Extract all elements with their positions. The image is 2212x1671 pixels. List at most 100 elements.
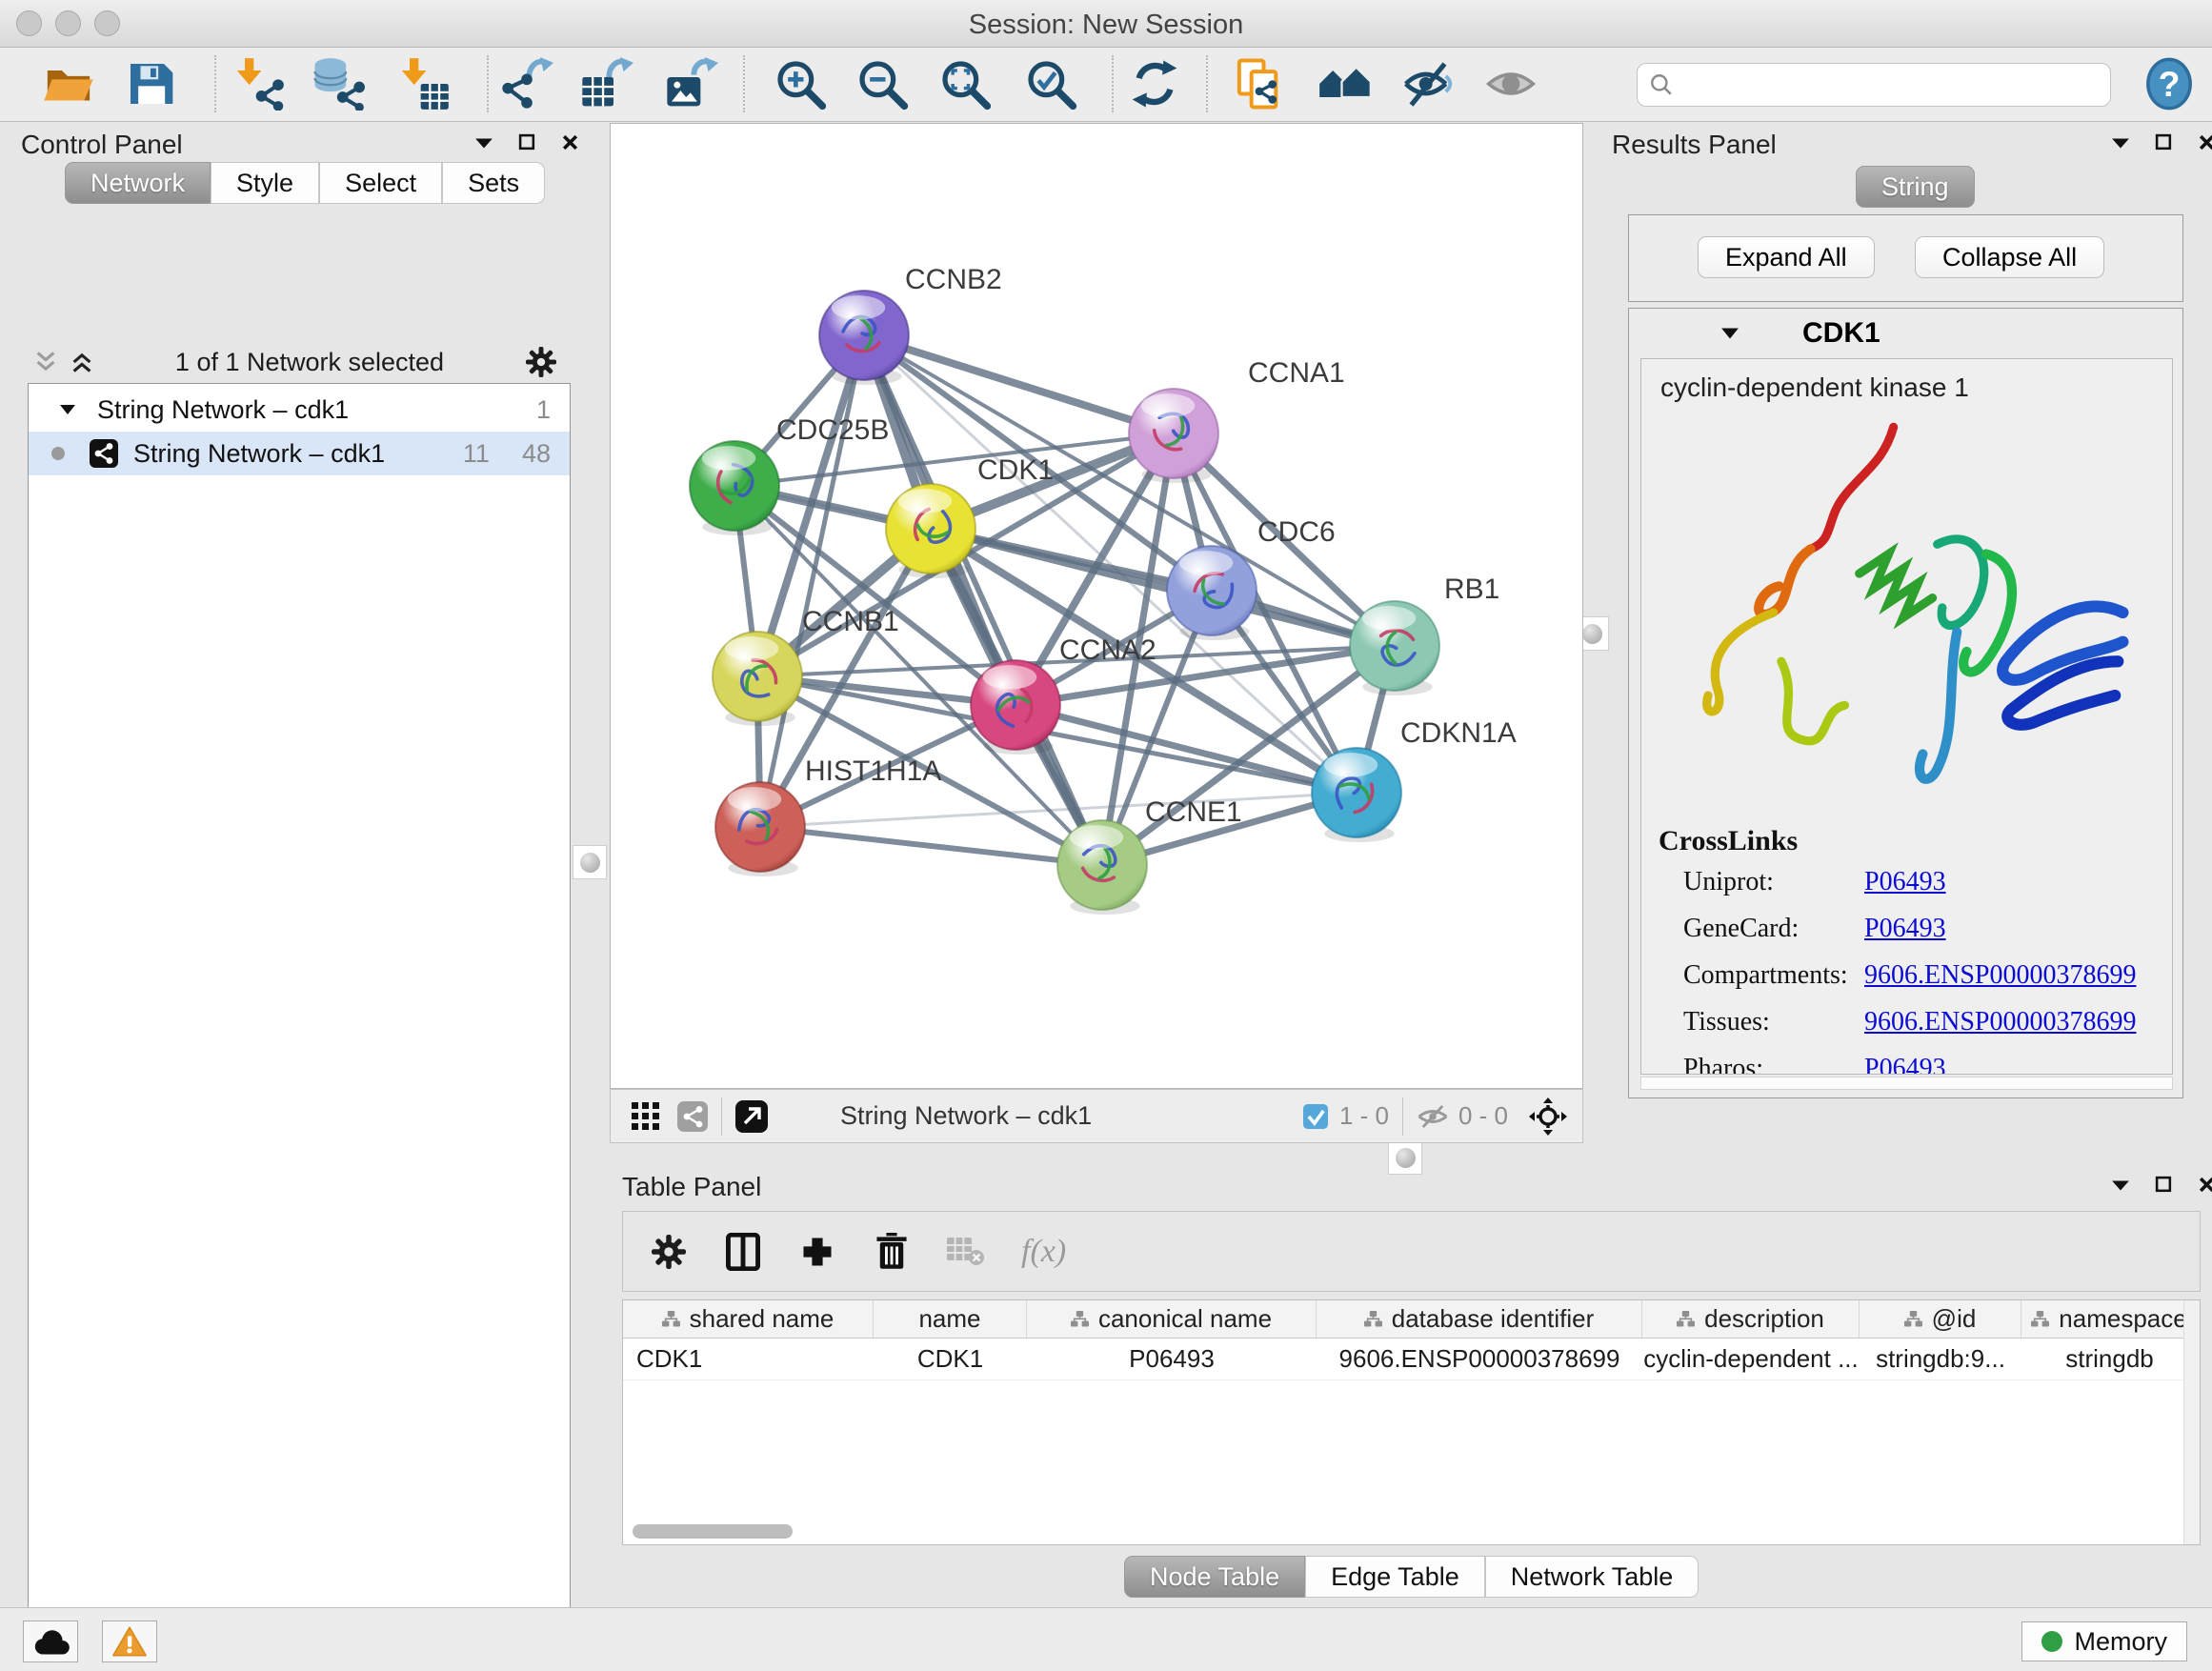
selected-checkbox-icon[interactable]: [1303, 1104, 1328, 1129]
delete-column-button[interactable]: [873, 1233, 911, 1271]
search-input[interactable]: [1674, 66, 2110, 104]
maximize-panel-icon[interactable]: [518, 133, 536, 151]
gene-collapse-icon[interactable]: [1720, 327, 1739, 340]
network-canvas[interactable]: CCNB2 CCNA1 CDC25B CDK1 CDC6 R: [610, 123, 1583, 1089]
column-header-name[interactable]: name: [874, 1300, 1027, 1338]
grid-view-icon[interactable]: [632, 1102, 660, 1131]
table-cell[interactable]: stringdb:9...: [1860, 1339, 2021, 1379]
tab-sets[interactable]: Sets: [442, 162, 545, 204]
table-row[interactable]: CDK1CDK1P064939606.ENSP00000378699cyclin…: [623, 1339, 2200, 1380]
node-RB1[interactable]: RB1: [1350, 574, 1499, 695]
node-HIST1H1A[interactable]: HIST1H1A: [715, 755, 941, 876]
collapse-all-button[interactable]: Collapse All: [1915, 236, 2104, 278]
table-cell[interactable]: 9606.ENSP00000378699: [1317, 1339, 1642, 1379]
table-cell[interactable]: CDK1: [874, 1339, 1027, 1379]
float-panel-icon[interactable]: [2111, 136, 2130, 150]
create-column-button[interactable]: [798, 1233, 836, 1271]
cloud-status-button[interactable]: [23, 1621, 78, 1662]
network-status-dot: [51, 447, 65, 460]
results-hscrollbar[interactable]: [1640, 1077, 2173, 1090]
birds-eye-view-button[interactable]: [735, 1100, 768, 1133]
network-view-icon[interactable]: [677, 1101, 708, 1132]
float-panel-icon[interactable]: [2111, 1178, 2130, 1192]
function-builder-button[interactable]: f(x): [1021, 1233, 1066, 1271]
table-cell[interactable]: stringdb: [2021, 1339, 2198, 1379]
column-header-canonical-name[interactable]: canonical name: [1027, 1300, 1317, 1338]
edge-CCNB2-CCNA1[interactable]: [864, 335, 1174, 433]
warnings-button[interactable]: [102, 1621, 157, 1662]
import-table-button[interactable]: [392, 53, 453, 114]
maximize-panel-icon[interactable]: [2155, 1176, 2173, 1194]
zoom-out-button[interactable]: [852, 53, 913, 114]
apply-layout-button[interactable]: [1124, 53, 1185, 114]
save-session-button[interactable]: [120, 53, 181, 114]
show-all-networks-button[interactable]: [1315, 53, 1376, 114]
import-network-button[interactable]: [228, 53, 289, 114]
table-cell[interactable]: cyclin-dependent ...: [1642, 1339, 1860, 1379]
close-panel-icon[interactable]: [2198, 1176, 2212, 1194]
show-hidden-button[interactable]: [1480, 53, 1541, 114]
close-panel-icon[interactable]: [2198, 133, 2212, 151]
crosslink-link[interactable]: 9606.ENSP00000378699: [1864, 1007, 2136, 1037]
column-header-namespace[interactable]: namespace: [2021, 1300, 2198, 1338]
tab-select[interactable]: Select: [319, 162, 442, 204]
column-header-shared-name[interactable]: shared name: [623, 1300, 874, 1338]
collapse-all-icon[interactable]: [34, 351, 57, 373]
network-graph[interactable]: CCNB2 CCNA1 CDC25B CDK1 CDC6 R: [611, 124, 1582, 1088]
clone-network-button[interactable]: [1230, 53, 1291, 114]
zoom-fit-button[interactable]: [935, 53, 995, 114]
column-header-description[interactable]: description: [1642, 1300, 1860, 1338]
import-network-from-database-button[interactable]: [308, 53, 369, 114]
node-CCNE1[interactable]: CCNE1: [1057, 796, 1242, 915]
close-panel-icon[interactable]: [561, 133, 579, 151]
delete-table-button[interactable]: [947, 1233, 985, 1271]
edge-CCNB2-HIST1H1A[interactable]: [760, 335, 864, 827]
zoom-selected-button[interactable]: [1020, 53, 1081, 114]
table-cell[interactable]: P06493: [1027, 1339, 1317, 1379]
network-row[interactable]: String Network – cdk1 11 48: [29, 432, 570, 475]
crosslink-link[interactable]: P06493: [1864, 1054, 1946, 1075]
table-vscrollbar[interactable]: [2183, 1300, 2200, 1544]
save-floppy-icon: [124, 57, 177, 111]
column-header--id[interactable]: @id: [1860, 1300, 2021, 1338]
memory-button[interactable]: Memory: [2021, 1621, 2187, 1661]
node-CCNA1[interactable]: CCNA1: [1129, 357, 1345, 483]
maximize-panel-icon[interactable]: [2155, 133, 2173, 151]
fit-selected-crosshair-icon[interactable]: [1529, 1097, 1567, 1136]
tab-node-table[interactable]: Node Table: [1124, 1556, 1305, 1598]
crosslink-link[interactable]: 9606.ENSP00000378699: [1864, 960, 2136, 991]
crosslink-link[interactable]: P06493: [1864, 867, 1946, 897]
collection-expand-icon[interactable]: [59, 404, 76, 415]
tab-style[interactable]: Style: [211, 162, 319, 204]
export-table-button[interactable]: [576, 53, 637, 114]
column-header-database-identifier[interactable]: database identifier: [1317, 1300, 1642, 1338]
tab-network-table[interactable]: Network Table: [1485, 1556, 1699, 1598]
refresh-icon: [1128, 57, 1181, 111]
open-session-button[interactable]: [38, 53, 99, 114]
tab-edge-table[interactable]: Edge Table: [1305, 1556, 1485, 1598]
node-label-HIST1H1A: HIST1H1A: [805, 755, 941, 787]
float-panel-icon[interactable]: [474, 136, 493, 150]
node-CCNB1[interactable]: CCNB1: [713, 606, 899, 726]
edge-HIST1H1A-CCNE1[interactable]: [760, 827, 1102, 865]
hide-selected-button[interactable]: [1398, 53, 1458, 114]
node-CDKN1A[interactable]: CDKN1A: [1312, 717, 1517, 842]
export-image-button[interactable]: [661, 53, 722, 114]
zoom-in-button[interactable]: [770, 53, 831, 114]
help-button[interactable]: ?: [2139, 53, 2200, 114]
export-network-button[interactable]: [496, 53, 557, 114]
expand-all-button[interactable]: Expand All: [1698, 236, 1875, 278]
node-label-CCNB2: CCNB2: [905, 264, 1002, 295]
tab-network[interactable]: Network: [65, 162, 211, 204]
table-cell[interactable]: CDK1: [623, 1339, 874, 1379]
crosslink-link[interactable]: P06493: [1864, 914, 1946, 944]
table-hscrollbar-thumb[interactable]: [633, 1524, 793, 1539]
gene-entry-header[interactable]: CDK1: [1629, 309, 2182, 358]
network-collection-row[interactable]: String Network – cdk1 1: [29, 388, 570, 432]
expand-all-icon[interactable]: [70, 351, 93, 373]
network-options-gear-icon[interactable]: [526, 347, 556, 377]
left-splitter-handle[interactable]: [573, 845, 607, 879]
tab-string[interactable]: String: [1856, 166, 1975, 208]
show-columns-button[interactable]: [724, 1233, 762, 1271]
table-options-gear-button[interactable]: [650, 1233, 688, 1271]
